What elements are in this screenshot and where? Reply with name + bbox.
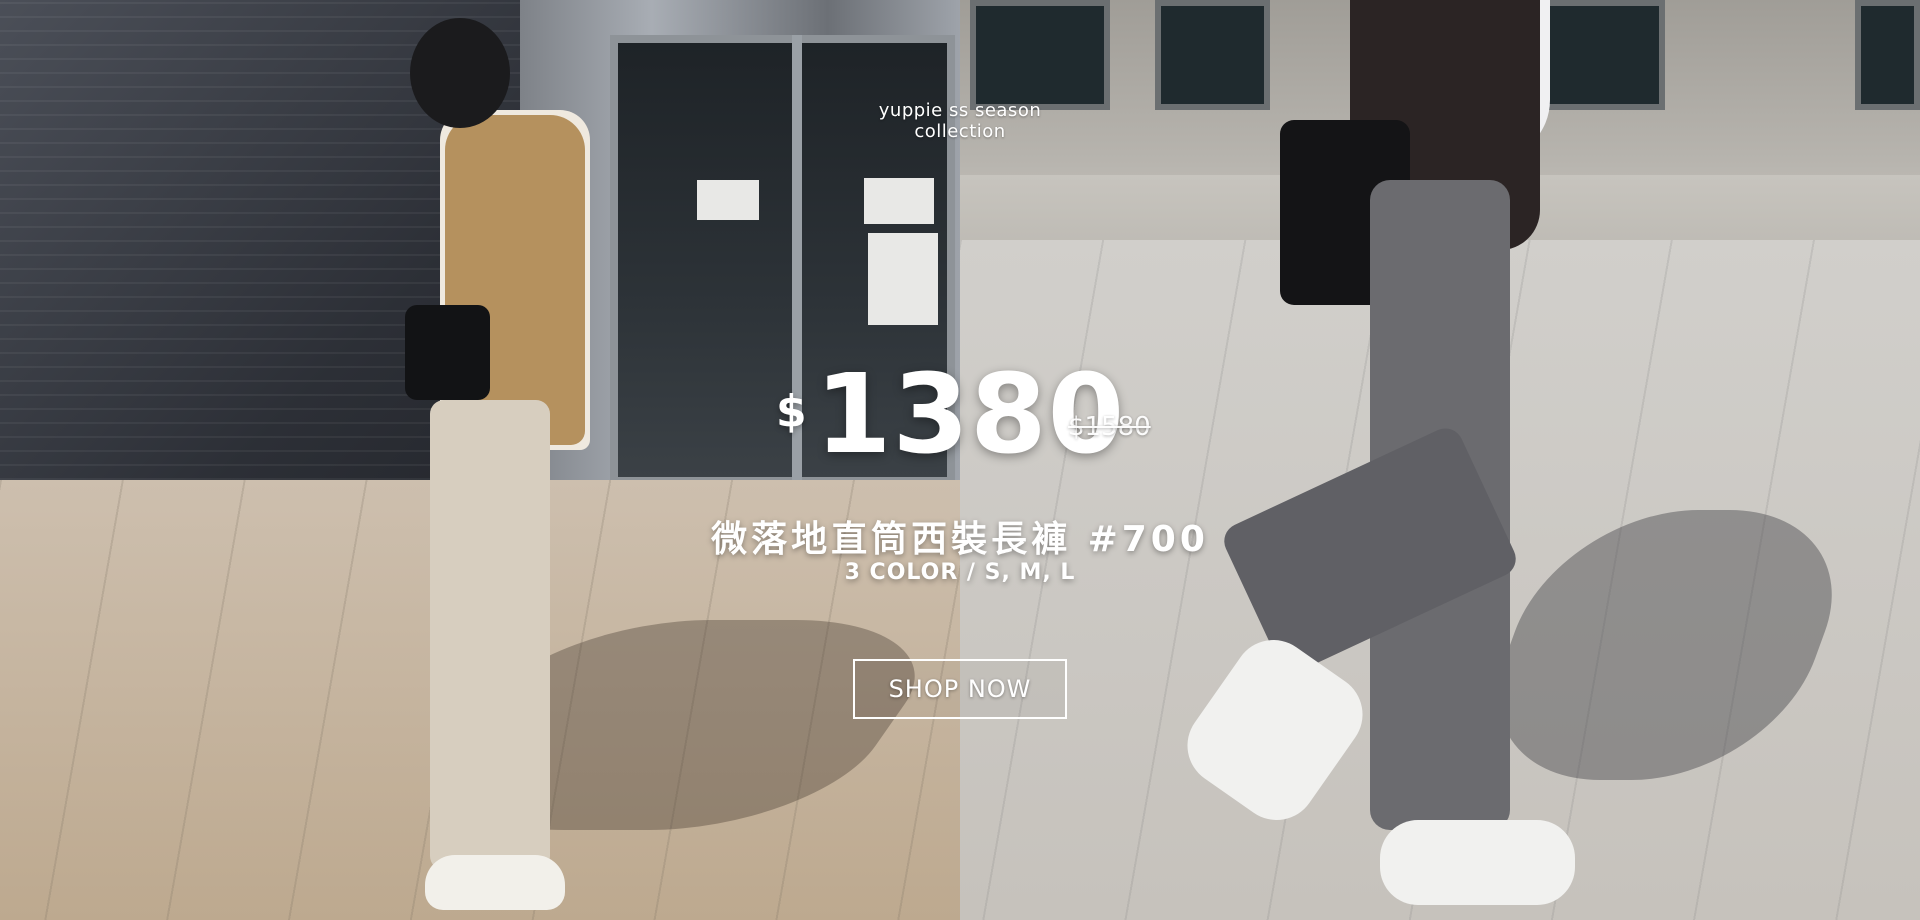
shop-now-label: SHOP NOW (888, 675, 1032, 703)
currency-symbol: $ (776, 386, 807, 437)
shop-now-button[interactable]: SHOP NOW (853, 659, 1067, 719)
promo-overlay: yuppie ss season collection $ 1380 $1580… (0, 0, 1920, 920)
hero-banner: yuppie ss season collection $ 1380 $1580… (0, 0, 1920, 920)
product-options: 3 COLOR / S, M, L (844, 560, 1076, 585)
original-price: $1580 (1068, 412, 1151, 442)
price-row: $ 1380 $1580 (760, 350, 1180, 478)
product-title: 微落地直筒西裝長褲 #700 (711, 519, 1209, 560)
collection-label: yuppie ss season collection (878, 100, 1042, 142)
